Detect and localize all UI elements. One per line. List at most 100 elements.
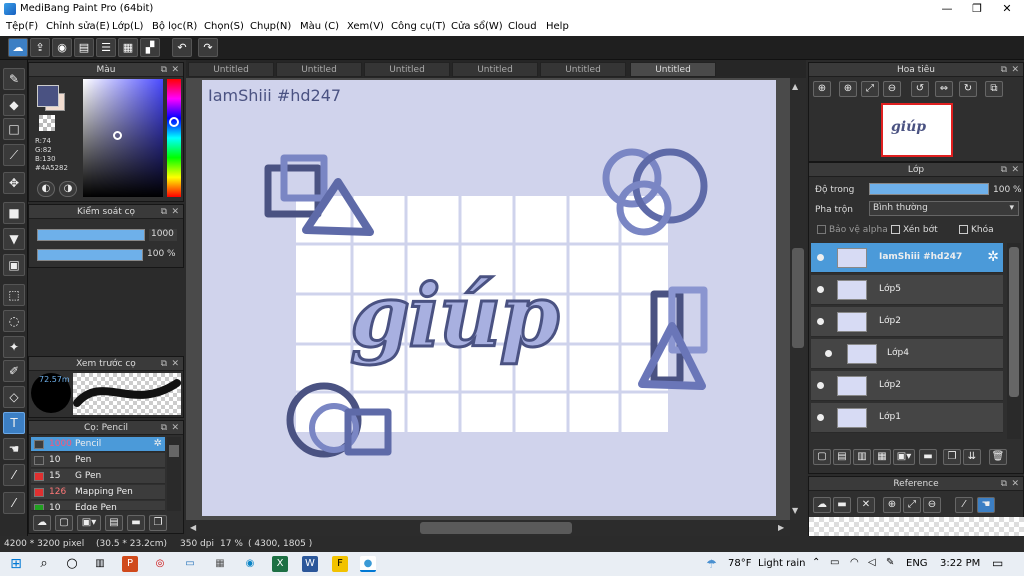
- upload-icon[interactable]: ⇪: [30, 38, 50, 57]
- menu-select[interactable]: Chọn(S): [204, 21, 244, 32]
- layer-row-iamshiii[interactable]: IamShiii #hd247 ✲: [811, 243, 1003, 273]
- brush-size-slider[interactable]: [37, 229, 145, 241]
- brush-opacity-slider[interactable]: [37, 249, 143, 261]
- pen-icon[interactable]: ✎: [886, 557, 894, 568]
- move-tool-icon[interactable]: ✥: [3, 172, 25, 194]
- redo-button[interactable]: ↷: [198, 38, 218, 57]
- vertical-scroll-thumb[interactable]: [792, 248, 804, 348]
- tab-untitled-2[interactable]: Untitled: [276, 62, 362, 77]
- close-window-button[interactable]: ✕: [992, 1, 1022, 17]
- brush-list-scrollbar[interactable]: [167, 437, 181, 511]
- panel-close-icon[interactable]: ✕: [171, 357, 179, 371]
- start-icon[interactable]: ⊞: [8, 556, 24, 572]
- eraser-tool-icon[interactable]: ◆: [3, 94, 25, 116]
- reference-close-icon[interactable]: ✕: [857, 497, 875, 513]
- network-icon[interactable]: ▭: [830, 557, 839, 568]
- maximize-button[interactable]: ❐: [962, 1, 992, 17]
- select-eraser-tool-icon[interactable]: ◇: [3, 386, 25, 408]
- eyedropper2-tool-icon[interactable]: ⁄: [3, 492, 25, 514]
- panel-float-icon[interactable]: ⧉: [161, 205, 167, 219]
- eyedropper-tool-icon[interactable]: ⁄: [3, 464, 25, 486]
- bucket-tool-icon[interactable]: ▼: [3, 228, 25, 250]
- panel-float-icon[interactable]: ⧉: [1001, 163, 1007, 177]
- volume-icon[interactable]: ◁: [868, 557, 876, 568]
- zoom-in-alt-icon[interactable]: ⊕: [839, 81, 857, 97]
- primary-color-swatch-front[interactable]: [37, 85, 59, 107]
- panel-float-icon[interactable]: ⧉: [1001, 477, 1007, 491]
- notification-icon[interactable]: ▭: [992, 556, 1003, 570]
- panel-float-icon[interactable]: ⧉: [1001, 63, 1007, 77]
- new-vector-layer-icon[interactable]: ▥: [853, 449, 871, 465]
- duplicate-brush-icon[interactable]: ❐: [149, 515, 167, 531]
- brush-tool-icon[interactable]: ⟋: [3, 144, 25, 166]
- menu-view[interactable]: Xem(V): [347, 21, 384, 32]
- tab-untitled-6[interactable]: Untitled: [630, 62, 716, 77]
- eye-icon[interactable]: [825, 350, 832, 357]
- palette2-icon[interactable]: ◑: [59, 181, 77, 197]
- task-view-icon[interactable]: ○: [64, 556, 80, 572]
- undo-button[interactable]: ↶: [172, 38, 192, 57]
- menu-cloud[interactable]: Cloud: [508, 21, 537, 32]
- layer-folder-icon[interactable]: ▬: [919, 449, 937, 465]
- grid-list-icon[interactable]: ▦: [118, 38, 138, 57]
- add-brush-menu-icon[interactable]: ▣▾: [77, 515, 101, 531]
- fit-icon[interactable]: ⤢: [861, 81, 879, 97]
- new-layer-alt-icon[interactable]: ▤: [833, 449, 851, 465]
- word-icon[interactable]: W: [302, 556, 318, 572]
- reference-zoom-out-icon[interactable]: ⊖: [923, 497, 941, 513]
- clipping-checkbox[interactable]: [891, 225, 900, 234]
- layer-row-lop5[interactable]: Lớp5: [811, 275, 1003, 305]
- layer-row-lop1[interactable]: Lớp1: [811, 403, 1003, 433]
- widgets-icon[interactable]: ▥: [92, 556, 108, 572]
- scroll-left-icon[interactable]: ◀: [190, 523, 196, 532]
- merge-layer-icon[interactable]: ⇊: [963, 449, 981, 465]
- tab-untitled-1[interactable]: Untitled: [188, 62, 274, 77]
- trash-icon[interactable]: 🗑: [989, 449, 1007, 465]
- scroll-down-icon[interactable]: ▼: [792, 506, 798, 515]
- panel-close-icon[interactable]: ✕: [171, 421, 179, 435]
- new-layer-icon[interactable]: ▢: [813, 449, 831, 465]
- panel-float-icon[interactable]: ⧉: [161, 421, 167, 435]
- layer-row-lop2-a[interactable]: Lớp2: [811, 307, 1003, 337]
- reference-zoom-in-icon[interactable]: ⊕: [883, 497, 901, 513]
- panel-close-icon[interactable]: ✕: [171, 205, 179, 219]
- menu-capture[interactable]: Chụp(N): [250, 21, 291, 32]
- menu-filter[interactable]: Bộ lọc(R): [152, 21, 197, 32]
- add-layer-menu-icon[interactable]: ▣▾: [893, 449, 915, 465]
- saturation-value-picker[interactable]: [83, 79, 163, 197]
- magic-wand-tool-icon[interactable]: ✦: [3, 336, 25, 358]
- cloud-icon[interactable]: ☁: [8, 38, 28, 57]
- horizontal-scrollbar[interactable]: ◀ ▶: [186, 520, 790, 536]
- gradient-tool-icon[interactable]: ▣: [3, 254, 25, 276]
- menu-window[interactable]: Cửa sổ(W): [451, 21, 503, 32]
- menu-color[interactable]: Màu (C): [300, 21, 339, 32]
- zoom-out-icon[interactable]: ⊖: [883, 81, 901, 97]
- new-brush-icon[interactable]: ▢: [55, 515, 73, 531]
- layer-list-scrollbar[interactable]: [1007, 243, 1021, 439]
- panel-close-icon[interactable]: ✕: [1011, 63, 1019, 77]
- protect-alpha-checkbox[interactable]: [817, 225, 826, 234]
- monitor-icon[interactable]: ▭: [182, 556, 198, 572]
- text-tool-icon[interactable]: T: [3, 412, 25, 434]
- app-yellow-icon[interactable]: F: [332, 556, 348, 572]
- powerpoint-icon[interactable]: P: [122, 556, 138, 572]
- select-pen-tool-icon[interactable]: ✐: [3, 360, 25, 382]
- vertical-scrollbar[interactable]: ▲ ▼: [790, 78, 806, 520]
- edge-icon[interactable]: ◉: [242, 556, 258, 572]
- fill-rect-tool-icon[interactable]: ■: [3, 202, 25, 224]
- lock-checkbox[interactable]: [959, 225, 968, 234]
- tab-untitled-3[interactable]: Untitled: [364, 62, 450, 77]
- hue-slider[interactable]: [167, 79, 181, 197]
- menu-edit[interactable]: Chỉnh sửa(E): [46, 21, 110, 32]
- wifi-icon[interactable]: ◠: [850, 557, 859, 568]
- scroll-up-icon[interactable]: ▲: [792, 82, 798, 91]
- brush-size-value[interactable]: 1000: [149, 229, 177, 241]
- panel-float-icon[interactable]: ⧉: [161, 63, 167, 77]
- layout-icon[interactable]: ▞: [140, 38, 160, 57]
- menu-file[interactable]: Tệp(F): [6, 21, 38, 32]
- pencil-tool-icon[interactable]: ✎: [3, 68, 25, 90]
- panel-close-icon[interactable]: ✕: [171, 63, 179, 77]
- excel-icon[interactable]: X: [272, 556, 288, 572]
- tray-chevron-icon[interactable]: ⌃: [812, 557, 820, 568]
- gear-icon[interactable]: ✲: [987, 249, 999, 265]
